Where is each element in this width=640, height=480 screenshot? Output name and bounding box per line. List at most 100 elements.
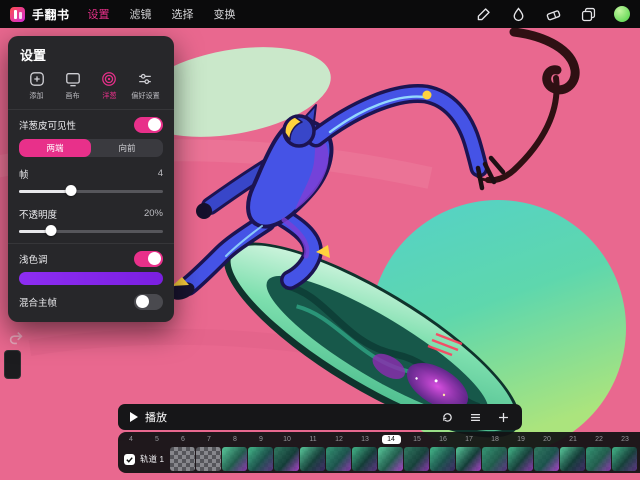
onion-icon <box>92 71 127 88</box>
onion-visibility-label: 洋葱皮可见性 <box>19 120 77 132</box>
canvas-icon <box>55 71 90 88</box>
side-panel-handle[interactable] <box>4 350 21 379</box>
frame-thumbnail[interactable] <box>430 447 455 471</box>
frame-thumbnail[interactable] <box>352 447 377 471</box>
redo-icon[interactable] <box>7 329 27 349</box>
menu-bar: 设置 滤镜 选择 变换 <box>88 6 236 22</box>
frames-slider[interactable] <box>19 185 163 197</box>
frame-number[interactable]: 9 <box>248 435 274 444</box>
segment-option[interactable]: 向前 <box>91 139 163 157</box>
settings-tabs: 添加 画布 洋葱 偏好设置 <box>19 71 163 101</box>
slider-thumb[interactable] <box>65 185 77 196</box>
layers-icon[interactable] <box>579 5 597 23</box>
frame-number[interactable]: 12 <box>326 435 352 444</box>
frame-number[interactable]: 16 <box>430 435 456 444</box>
opacity-value: 20% <box>143 208 163 219</box>
frame-thumbnail[interactable] <box>222 447 247 471</box>
blend-toggle[interactable] <box>134 293 163 310</box>
frame-number[interactable]: 4 <box>118 435 144 444</box>
frame-number[interactable]: 21 <box>560 435 586 444</box>
frame-thumbnail[interactable] <box>612 447 637 471</box>
frame-thumbnail[interactable] <box>326 447 351 471</box>
toggle-knob <box>148 118 161 131</box>
frame-thumbnail[interactable] <box>560 447 585 471</box>
tint-label: 浅色调 <box>19 254 48 266</box>
add-icon <box>19 71 54 88</box>
menu-item[interactable]: 滤镜 <box>130 6 152 22</box>
timeline-playbar: 播放 <box>118 404 522 430</box>
thumb-strip <box>170 447 637 471</box>
frame-thumbnail[interactable] <box>170 447 195 471</box>
frame-thumbnail[interactable] <box>300 447 325 471</box>
smudge-icon[interactable] <box>509 5 527 23</box>
frame-thumbnail[interactable] <box>456 447 481 471</box>
frame-number[interactable]: 7 <box>196 435 222 444</box>
frame-number[interactable]: 5 <box>144 435 170 444</box>
playbar-icons <box>441 411 510 424</box>
toolbar-tools <box>474 5 630 23</box>
top-bar: 手翻书 设置 滤镜 选择 变换 <box>0 0 640 28</box>
app-logo-icon[interactable] <box>10 6 25 22</box>
brush-icon[interactable] <box>474 5 492 23</box>
tab-add[interactable]: 添加 <box>19 71 54 101</box>
frame-thumbnail[interactable] <box>248 447 273 471</box>
tint-toggle[interactable] <box>134 250 163 267</box>
frame-number[interactable]: 14 <box>378 434 404 444</box>
toggle-knob <box>148 252 161 265</box>
frame-number[interactable]: 18 <box>482 435 508 444</box>
frame-number[interactable]: 6 <box>170 435 196 444</box>
frames-value: 4 <box>157 168 163 179</box>
play-button[interactable]: 播放 <box>130 409 167 425</box>
frames-label: 帧 <box>19 169 29 181</box>
opacity-label: 不透明度 <box>19 209 58 221</box>
track-checkbox[interactable] <box>124 453 135 465</box>
frame-number[interactable]: 8 <box>222 435 248 444</box>
frame-thumbnail[interactable] <box>586 447 611 471</box>
direction-segmented: 两端 向前 <box>19 139 163 157</box>
frame-number[interactable]: 13 <box>352 435 378 444</box>
track-row: 轨道 1 <box>118 446 640 472</box>
frame-thumbnail[interactable] <box>404 447 429 471</box>
onion-visibility-toggle[interactable] <box>134 116 163 133</box>
list-icon[interactable] <box>469 411 482 424</box>
menu-item[interactable]: 变换 <box>214 6 236 22</box>
blend-label: 混合主帧 <box>19 297 58 309</box>
app-window: 手翻书 设置 滤镜 选择 变换 设置 添加 画布 洋葱 偏好设置 洋葱皮可见性 两端向 <box>0 0 640 480</box>
frame-thumbnail[interactable] <box>274 447 299 471</box>
opacity-slider[interactable] <box>19 225 163 237</box>
app-title: 手翻书 <box>32 7 70 22</box>
tint-color-bar[interactable] <box>19 272 163 285</box>
add-frame-icon[interactable] <box>497 411 510 424</box>
frame-number[interactable]: 11 <box>300 435 326 444</box>
track-label-box: 轨道 1 <box>118 453 170 465</box>
frame-number[interactable]: 10 <box>274 435 300 444</box>
frame-number[interactable]: 15 <box>404 435 430 444</box>
tab-onion[interactable]: 洋葱 <box>92 71 127 101</box>
menu-item[interactable]: 选择 <box>172 6 194 22</box>
tab-canvas[interactable]: 画布 <box>55 71 90 101</box>
loop-icon[interactable] <box>441 411 454 424</box>
frame-number[interactable]: 22 <box>586 435 612 444</box>
frame-number[interactable]: 17 <box>456 435 482 444</box>
segment-option[interactable]: 两端 <box>19 139 91 157</box>
divider <box>8 243 174 244</box>
frames-row: 帧 4 <box>19 163 163 184</box>
menu-item[interactable]: 设置 <box>88 6 110 22</box>
color-swatch[interactable] <box>614 6 630 22</box>
frame-thumbnail[interactable] <box>196 447 221 471</box>
frame-number[interactable]: 19 <box>508 435 534 444</box>
settings-panel: 设置 添加 画布 洋葱 偏好设置 洋葱皮可见性 两端 向前 帧 4 不透明度 20% 浅… <box>8 36 174 322</box>
settings-panel-title: 设置 <box>20 48 47 63</box>
tab-prefs[interactable]: 偏好设置 <box>128 71 163 101</box>
slider-thumb[interactable] <box>45 225 57 236</box>
frame-thumbnail[interactable] <box>508 447 533 471</box>
frame-number[interactable]: 20 <box>534 435 560 444</box>
timeline-strip: 4 5 6 7 8 9 10 11 12 13 14 15 16 17 18 19 20 21 22 23 轨道 1 <box>118 432 640 473</box>
frame-number[interactable]: 23 <box>612 435 638 444</box>
onion-visibility-row: 洋葱皮可见性 <box>19 114 163 135</box>
frame-thumbnail[interactable] <box>482 447 507 471</box>
frame-thumbnail[interactable] <box>534 447 559 471</box>
frame-thumbnail[interactable] <box>378 447 403 471</box>
play-icon <box>130 412 138 422</box>
eraser-icon[interactable] <box>544 5 562 23</box>
